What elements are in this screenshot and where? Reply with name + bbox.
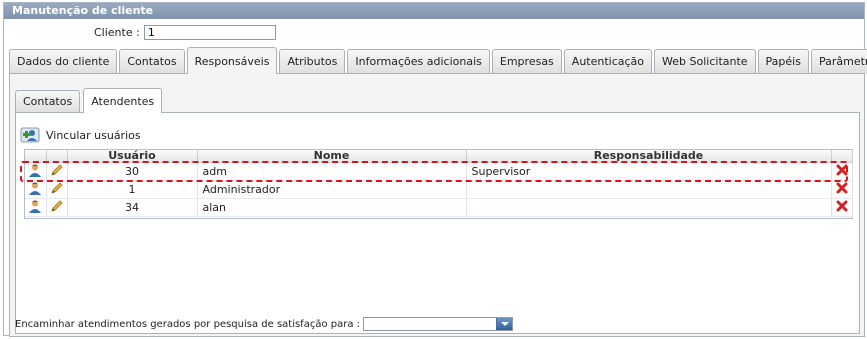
table-row[interactable]: 34 alan — [25, 198, 853, 217]
nome-cell: alan — [197, 198, 467, 217]
encaminhar-select[interactable] — [363, 317, 514, 331]
cliente-label: Cliente : — [94, 25, 140, 39]
sub-tabs: Contatos Atendentes — [15, 88, 165, 113]
tab-contatos[interactable]: Contatos — [119, 49, 185, 74]
edit-icon[interactable] — [46, 198, 68, 217]
chevron-down-icon[interactable] — [496, 318, 513, 330]
nome-cell: Administrador — [197, 180, 467, 199]
edit-icon[interactable] — [46, 180, 68, 199]
window-title: Manutenção de cliente — [4, 3, 864, 19]
edit-icon[interactable] — [46, 162, 68, 181]
tab-web-solicitante[interactable]: Web Solicitante — [654, 49, 756, 74]
tab-informacoes-adicionais[interactable]: Informações adicionais — [347, 49, 490, 74]
atendentes-panel: Vincular usuários Usuário Nome Responsab… — [15, 112, 860, 334]
subtab-atendentes[interactable]: Atendentes — [83, 88, 163, 113]
delete-icon[interactable] — [831, 198, 853, 217]
grid-header-row: Usuário Nome Responsabilidade — [25, 150, 853, 163]
cliente-row: Cliente : — [94, 24, 276, 40]
user-icon[interactable] — [25, 180, 47, 199]
tab-papeis[interactable]: Papéis — [757, 49, 809, 74]
delete-icon[interactable] — [831, 162, 853, 181]
responsabilidade-cell: Supervisor — [466, 162, 832, 181]
col-usuario-header[interactable]: Usuário — [67, 150, 198, 163]
usuario-cell: 30 — [67, 162, 198, 181]
tab-empresas[interactable]: Empresas — [491, 49, 562, 74]
tab-dados-do-cliente[interactable]: Dados do cliente — [9, 49, 118, 74]
nome-cell: adm — [197, 162, 467, 181]
tab-atributos[interactable]: Atributos — [279, 49, 346, 74]
user-icon[interactable] — [25, 162, 47, 181]
add-user-icon — [20, 127, 40, 143]
col-edit-icon-header — [46, 150, 68, 163]
footer-row: Encaminhar atendimentos gerados por pesq… — [15, 317, 514, 331]
table-row[interactable]: 1 Administrador — [25, 180, 853, 199]
usuario-cell: 34 — [67, 198, 198, 217]
main-tabs: Dados do cliente Contatos Responsáveis A… — [9, 47, 867, 74]
subtab-contatos[interactable]: Contatos — [15, 90, 81, 113]
table-row[interactable]: 30 adm Supervisor — [25, 162, 853, 181]
cliente-input[interactable] — [143, 24, 276, 40]
user-icon[interactable] — [25, 198, 47, 217]
col-nome-header[interactable]: Nome — [197, 150, 467, 163]
vincular-usuarios-label: Vincular usuários — [46, 128, 141, 142]
responsabilidade-cell — [466, 180, 832, 199]
tab-autenticacao[interactable]: Autenticação — [563, 49, 653, 74]
tab-responsaveis[interactable]: Responsáveis — [186, 47, 278, 74]
col-delete-header — [831, 150, 853, 163]
vincular-usuarios-button[interactable]: Vincular usuários — [20, 127, 141, 143]
responsabilidade-cell — [466, 198, 832, 217]
col-responsabilidade-header[interactable]: Responsabilidade — [466, 150, 832, 163]
atendentes-grid: Usuário Nome Responsabilidade 30 adm Sup… — [24, 149, 853, 219]
client-maintenance-window: Manutenção de cliente Cliente : Dados do… — [3, 2, 867, 337]
tab-parametros[interactable]: Parâmetros — [810, 49, 867, 74]
usuario-cell: 1 — [67, 180, 198, 199]
col-user-icon-header — [25, 150, 47, 163]
delete-icon[interactable] — [831, 180, 853, 199]
responsaveis-panel: Contatos Atendentes Vincular usuários Us… — [9, 73, 865, 337]
encaminhar-label: Encaminhar atendimentos gerados por pesq… — [15, 318, 361, 330]
